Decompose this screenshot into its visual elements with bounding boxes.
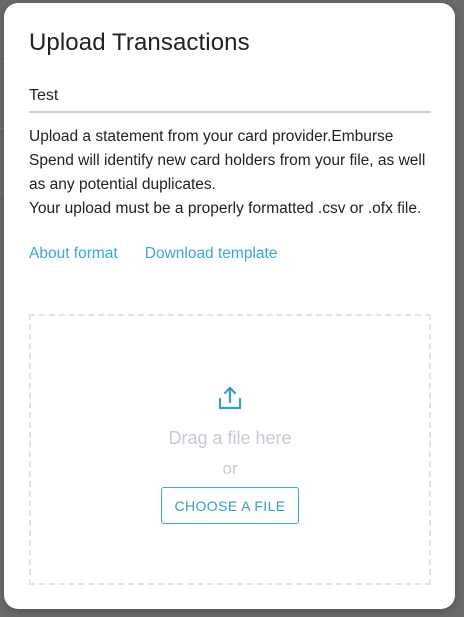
file-dropzone[interactable]: Drag a file here or CHOOSE A FILE (29, 314, 431, 585)
upload-icon (218, 386, 242, 410)
about-format-link[interactable]: About format (29, 245, 118, 262)
statement-name-input[interactable] (29, 83, 431, 113)
upload-description: Upload a statement from your card provid… (29, 125, 439, 221)
download-template-link[interactable]: Download template (145, 245, 278, 262)
drag-file-text: Drag a file here (168, 428, 292, 448)
or-text: or (222, 459, 238, 478)
help-links: About format Download template (29, 245, 277, 263)
choose-file-button[interactable]: CHOOSE A FILE (161, 487, 299, 524)
description-paragraph: Upload a statement from your card provid… (29, 128, 426, 193)
upload-transactions-modal: Upload Transactions Upload a statement f… (4, 3, 455, 609)
modal-title: Upload Transactions (29, 29, 250, 56)
description-paragraph: Your upload must be a properly formatted… (29, 200, 422, 217)
